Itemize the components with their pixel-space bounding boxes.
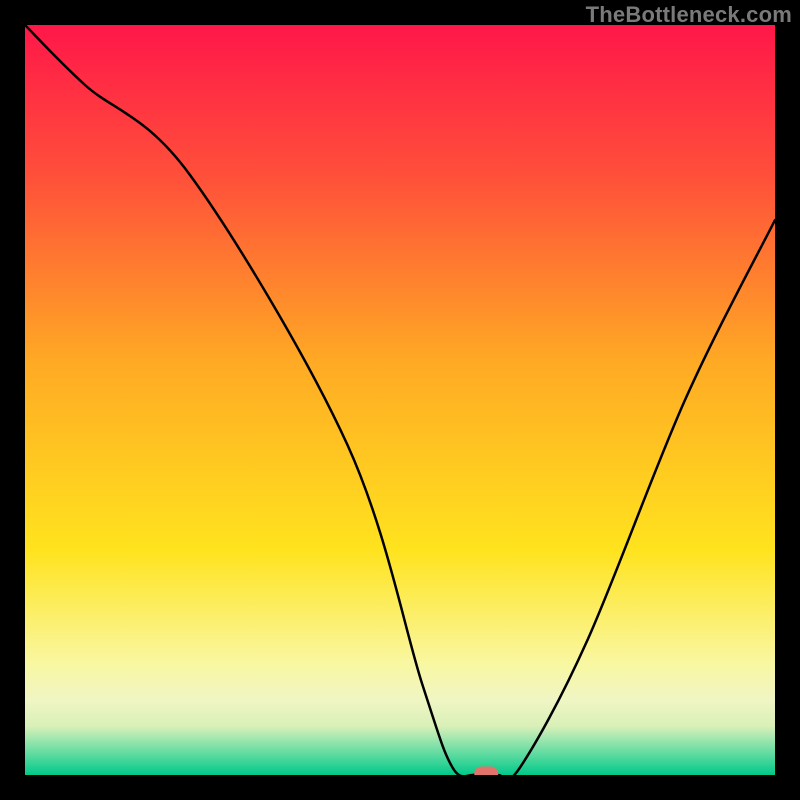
chart-frame: TheBottleneck.com [0, 0, 800, 800]
watermark-text: TheBottleneck.com [586, 2, 792, 28]
chart-svg [25, 25, 775, 775]
optimum-marker [474, 767, 498, 776]
plot-area [25, 25, 775, 775]
chart-background [25, 25, 775, 775]
